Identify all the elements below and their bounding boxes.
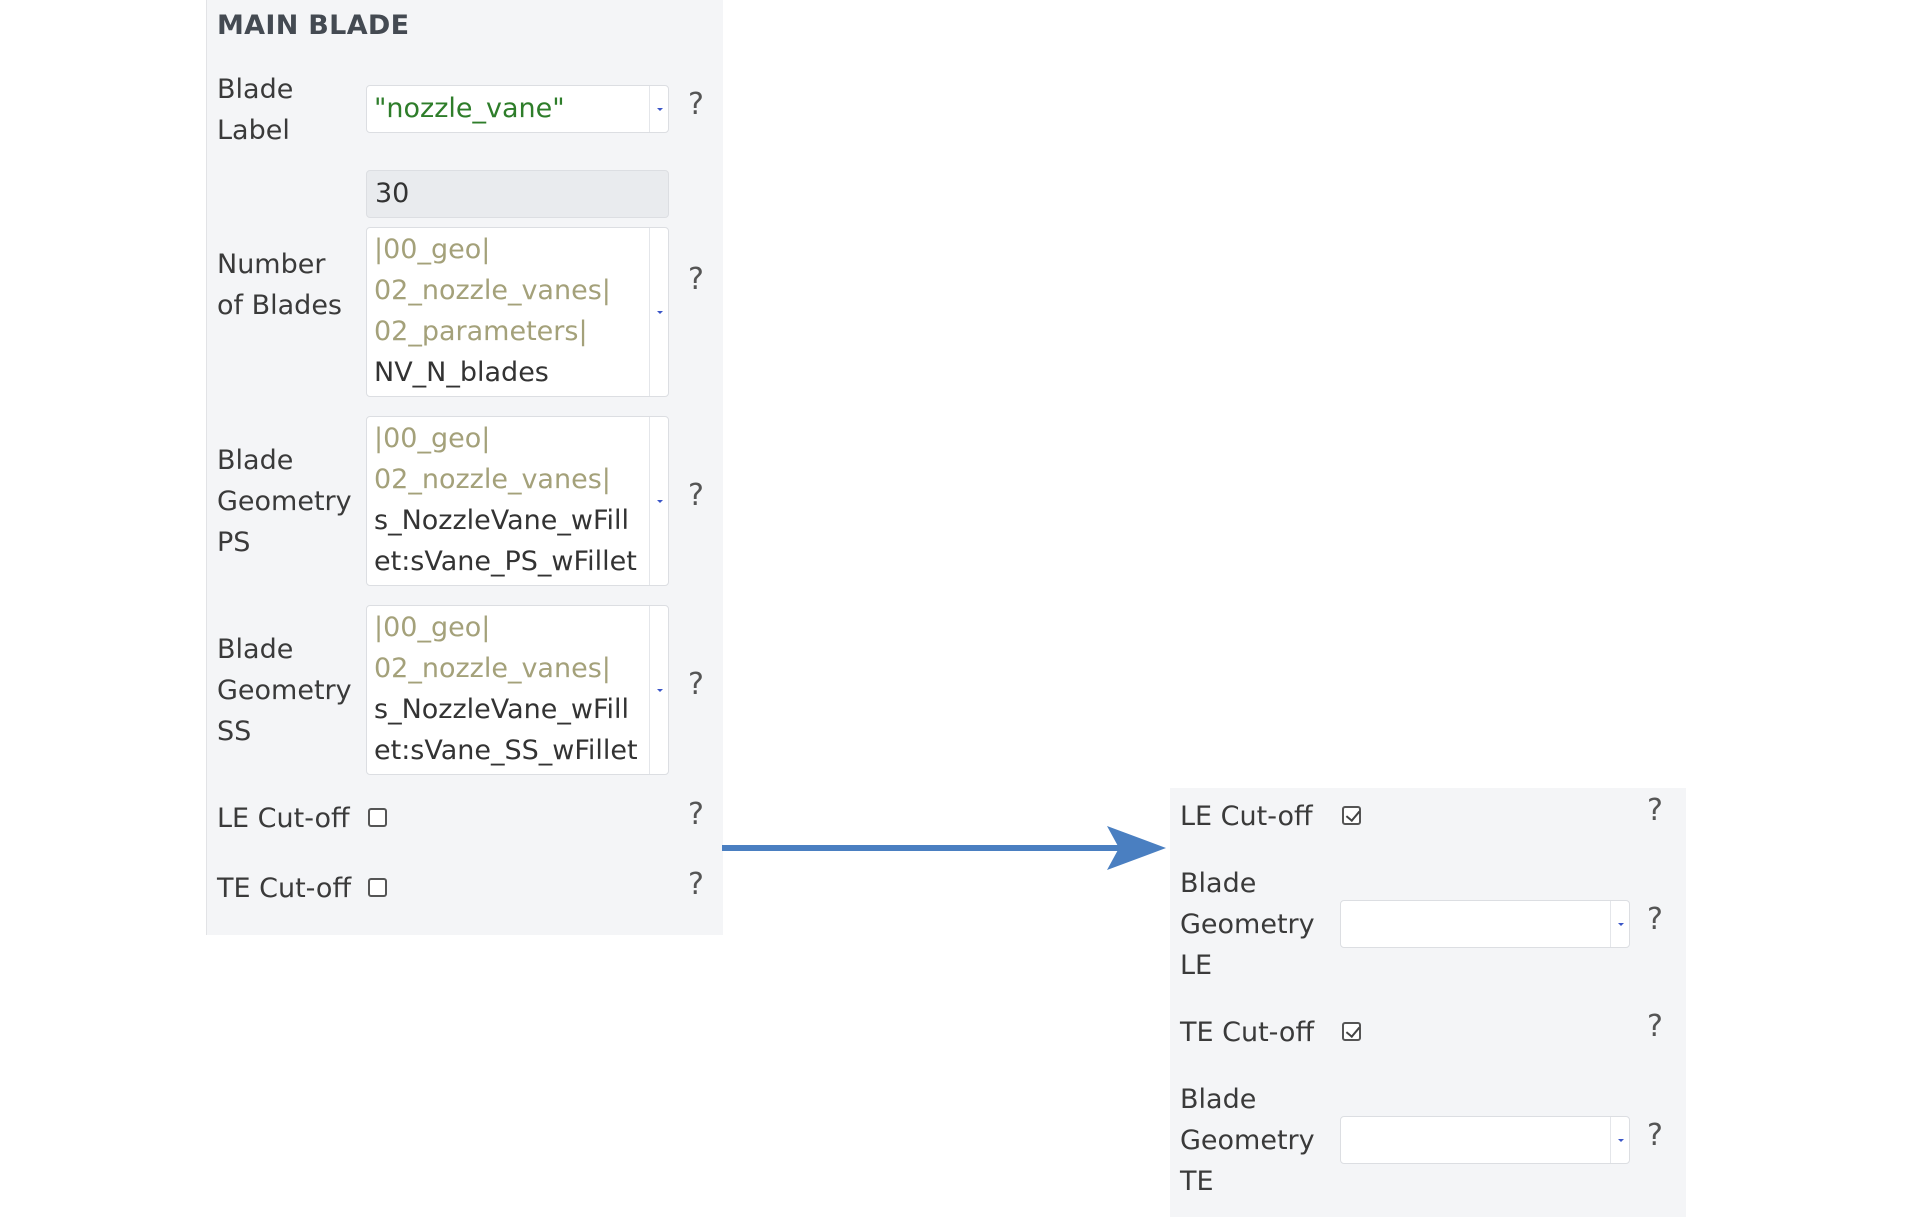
chevron-down-icon bbox=[1618, 923, 1624, 926]
number-of-blades-help-button[interactable]: ? bbox=[688, 263, 704, 297]
le-cutoff-label: LE Cut-off bbox=[1180, 801, 1313, 832]
le-cutoff-label: LE Cut-off bbox=[217, 803, 350, 834]
checkmark-icon bbox=[1345, 1022, 1361, 1039]
blade-geometry-ss-help-button[interactable]: ? bbox=[688, 668, 704, 702]
chevron-down-icon bbox=[657, 311, 663, 314]
checkmark-icon bbox=[1345, 806, 1361, 823]
section-title: MAIN BLADE bbox=[217, 10, 410, 41]
le-cutoff-help-button[interactable]: ? bbox=[1647, 794, 1663, 828]
blade-geometry-ss-select[interactable]: |00_geo| 02_nozzle_vanes| s_NozzleVane_w… bbox=[366, 605, 669, 775]
number-of-blades-value: 30 bbox=[366, 170, 669, 218]
te-cutoff-help-button[interactable]: ? bbox=[688, 868, 704, 902]
blade-geometry-ss-path: |00_geo| 02_nozzle_vanes| s_NozzleVane_w… bbox=[374, 612, 638, 766]
chevron-down-icon bbox=[657, 689, 663, 692]
number-of-blades-label: Number of Blades bbox=[217, 249, 342, 321]
main-blade-panel: MAIN BLADE Blade Label "nozzle_vane" ? 3… bbox=[206, 0, 723, 935]
number-of-blades-select[interactable]: |00_geo| 02_nozzle_vanes| 02_parameters|… bbox=[366, 227, 669, 397]
number-of-blades-path: |00_geo| 02_nozzle_vanes| 02_parameters|… bbox=[374, 234, 611, 388]
blade-geometry-te-help-button[interactable]: ? bbox=[1647, 1119, 1663, 1153]
blade-geometry-te-label: Blade Geometry TE bbox=[1180, 1084, 1315, 1197]
le-cutoff-help-button[interactable]: ? bbox=[688, 798, 704, 832]
blade-geometry-te-select[interactable] bbox=[1340, 1116, 1630, 1164]
chevron-down-icon bbox=[657, 500, 663, 503]
te-cutoff-help-button[interactable]: ? bbox=[1647, 1010, 1663, 1044]
te-cutoff-label: TE Cut-off bbox=[217, 873, 352, 904]
dropdown-toggle[interactable] bbox=[649, 417, 668, 585]
te-cutoff-checkbox[interactable] bbox=[368, 878, 387, 897]
te-cutoff-checkbox[interactable] bbox=[1342, 1022, 1361, 1041]
blade-geometry-ps-select[interactable]: |00_geo| 02_nozzle_vanes| s_NozzleVane_w… bbox=[366, 416, 669, 586]
dropdown-toggle[interactable] bbox=[1610, 1117, 1629, 1163]
te-cutoff-label: TE Cut-off bbox=[1180, 1017, 1315, 1048]
dropdown-toggle[interactable] bbox=[1610, 901, 1629, 947]
dropdown-toggle[interactable] bbox=[649, 86, 668, 132]
blade-geometry-le-help-button[interactable]: ? bbox=[1647, 903, 1663, 937]
blade-geometry-ps-label: Blade Geometry PS bbox=[217, 445, 352, 558]
dropdown-toggle[interactable] bbox=[649, 228, 668, 396]
blade-geometry-le-label: Blade Geometry LE bbox=[1180, 868, 1315, 981]
blade-label-help-button[interactable]: ? bbox=[688, 88, 704, 122]
blade-label-select[interactable]: "nozzle_vane" bbox=[366, 85, 669, 133]
chevron-down-icon bbox=[657, 108, 663, 111]
blade-geometry-ps-path: |00_geo| 02_nozzle_vanes| s_NozzleVane_w… bbox=[374, 423, 637, 577]
blade-label-value: "nozzle_vane" bbox=[374, 93, 565, 124]
cutoff-options-panel: LE Cut-off ? Blade Geometry LE ? TE Cut-… bbox=[1170, 788, 1686, 1217]
blade-geometry-le-select[interactable] bbox=[1340, 900, 1630, 948]
blade-label-label: Blade Label bbox=[217, 74, 294, 146]
blade-geometry-ss-label: Blade Geometry SS bbox=[217, 634, 352, 747]
le-cutoff-checkbox[interactable] bbox=[1342, 806, 1361, 825]
right-arrow-icon bbox=[722, 826, 1166, 870]
dropdown-toggle[interactable] bbox=[649, 606, 668, 774]
blade-geometry-ps-help-button[interactable]: ? bbox=[688, 479, 704, 513]
chevron-down-icon bbox=[1618, 1139, 1624, 1142]
le-cutoff-checkbox[interactable] bbox=[368, 808, 387, 827]
